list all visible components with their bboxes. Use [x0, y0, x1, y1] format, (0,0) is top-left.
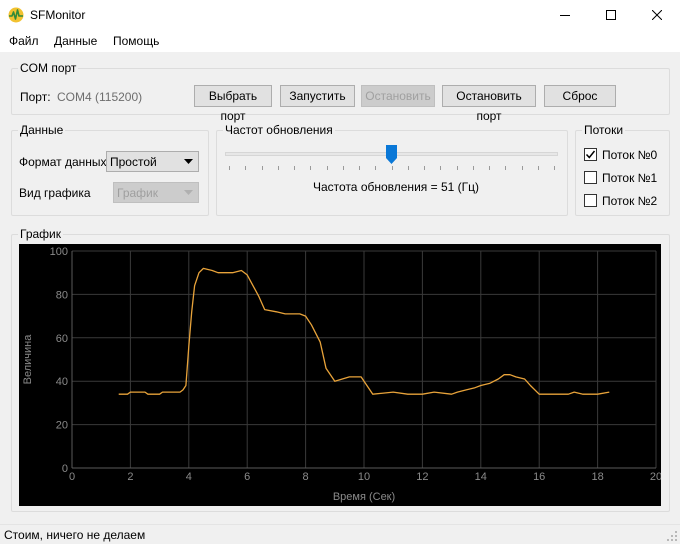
graph-group-title: График: [18, 227, 63, 241]
x-tick-label: 4: [186, 471, 192, 483]
slider-tick: [294, 166, 295, 170]
reset-button[interactable]: Сброс: [544, 85, 616, 107]
stream-2-checkbox[interactable]: [584, 194, 597, 207]
slider-tick: [375, 166, 377, 170]
slider-tick: [326, 166, 328, 170]
y-tick-label: 0: [62, 463, 68, 475]
y-tick-label: 20: [56, 420, 68, 432]
y-tick-label: 80: [56, 289, 68, 301]
start-button[interactable]: Запустить: [280, 85, 355, 107]
slider-tick: [277, 166, 279, 170]
slider-tick: [424, 166, 425, 170]
slider-tick: [359, 166, 360, 170]
slider-tick: [537, 166, 539, 170]
x-tick-label: 18: [591, 471, 603, 483]
menu-file[interactable]: Файл: [9, 34, 39, 48]
checkmark-icon: [585, 150, 596, 159]
refresh-rate-group: Частот обновления: [216, 123, 568, 216]
refresh-rate-slider-thumb[interactable]: [386, 145, 397, 164]
slider-tick: [521, 166, 523, 170]
chart-view-label: Вид графика: [19, 186, 91, 200]
resize-grip-icon[interactable]: [666, 530, 678, 542]
x-tick-label: 8: [303, 471, 309, 483]
slider-tick: [310, 166, 312, 170]
slider-tick: [407, 166, 409, 170]
x-tick-label: 14: [475, 471, 487, 483]
refresh-rate-text: Частота обновления = 51 (Гц): [313, 180, 479, 194]
data-format-value: Простой: [110, 155, 157, 169]
status-text: Стоим, ничего не делаем: [4, 528, 146, 542]
close-icon: [652, 10, 662, 20]
chart-view-value: График: [117, 186, 158, 200]
close-button[interactable]: [634, 0, 680, 30]
port-label: Порт:: [20, 90, 51, 104]
x-tick-label: 6: [244, 471, 250, 483]
x-tick-label: 0: [69, 471, 75, 483]
x-tick-label: 2: [127, 471, 133, 483]
maximize-button[interactable]: [588, 0, 634, 30]
status-bar: Стоим, ничего не делаем: [0, 524, 680, 544]
slider-tick: [505, 166, 507, 170]
x-tick-label: 10: [358, 471, 370, 483]
stop-button[interactable]: Остановить: [361, 85, 435, 107]
title-bar[interactable]: SFMonitor: [0, 0, 680, 30]
stream-1-checkbox[interactable]: [584, 171, 597, 184]
data-group-title: Данные: [18, 123, 66, 137]
streams-group-title: Потоки: [582, 123, 626, 137]
menu-bar: Файл Данные Помощь: [0, 30, 680, 52]
com-port-group-title: COM порт: [18, 61, 79, 75]
data-group: Данные: [11, 123, 209, 216]
window-title: SFMonitor: [30, 8, 86, 22]
minimize-icon: [560, 15, 570, 16]
y-axis-label: Величина: [22, 334, 34, 385]
y-tick-label: 100: [50, 246, 68, 258]
stream-0-checkbox[interactable]: [584, 148, 597, 161]
chart-panel[interactable]: 0 2 4 6 8 10 12 14 16 18 20 0 20 40 60 80 100 Время (Сек)…: [19, 244, 662, 506]
x-tick-label: 12: [416, 471, 428, 483]
chevron-down-icon: [184, 159, 193, 164]
port-value: COM4 (115200): [57, 90, 143, 104]
slider-tick: [391, 166, 393, 170]
slider-tick: [440, 166, 442, 170]
slider-tick: [229, 166, 230, 170]
data-format-label: Формат данных: [19, 155, 107, 169]
menu-help[interactable]: Помощь: [113, 34, 159, 48]
slider-tick: [456, 166, 458, 170]
slider-tick: [261, 166, 263, 170]
slider-tick: [472, 166, 474, 170]
stop-port-button[interactable]: Остановить порт: [442, 85, 536, 123]
pulse-chart-icon: [8, 7, 24, 23]
menu-data[interactable]: Данные: [54, 34, 97, 48]
slider-tick: [342, 166, 344, 170]
stream-0-label: Поток №0: [602, 148, 658, 162]
slider-tick: [245, 166, 247, 170]
stream-1-label: Поток №1: [602, 171, 658, 185]
chart-view-select[interactable]: График: [113, 182, 199, 203]
x-tick-label: 20: [650, 471, 661, 483]
maximize-icon: [606, 10, 616, 20]
refresh-rate-group-title: Частот обновления: [223, 123, 335, 137]
data-format-select[interactable]: Простой: [106, 151, 199, 172]
slider-tick: [554, 166, 555, 170]
select-port-button[interactable]: Выбрать порт: [194, 85, 272, 123]
line-chart: 0 2 4 6 8 10 12 14 16 18 20 0 20 40 60 80 100 Время (Сек)…: [22, 246, 662, 503]
chevron-down-icon: [184, 190, 193, 195]
minimize-button[interactable]: [542, 0, 588, 30]
y-tick-label: 60: [56, 333, 68, 345]
y-tick-label: 40: [56, 376, 68, 388]
stream-2-label: Поток №2: [602, 194, 658, 208]
x-axis-label: Время (Сек): [333, 491, 395, 503]
x-tick-label: 16: [533, 471, 545, 483]
slider-tick: [489, 166, 490, 170]
